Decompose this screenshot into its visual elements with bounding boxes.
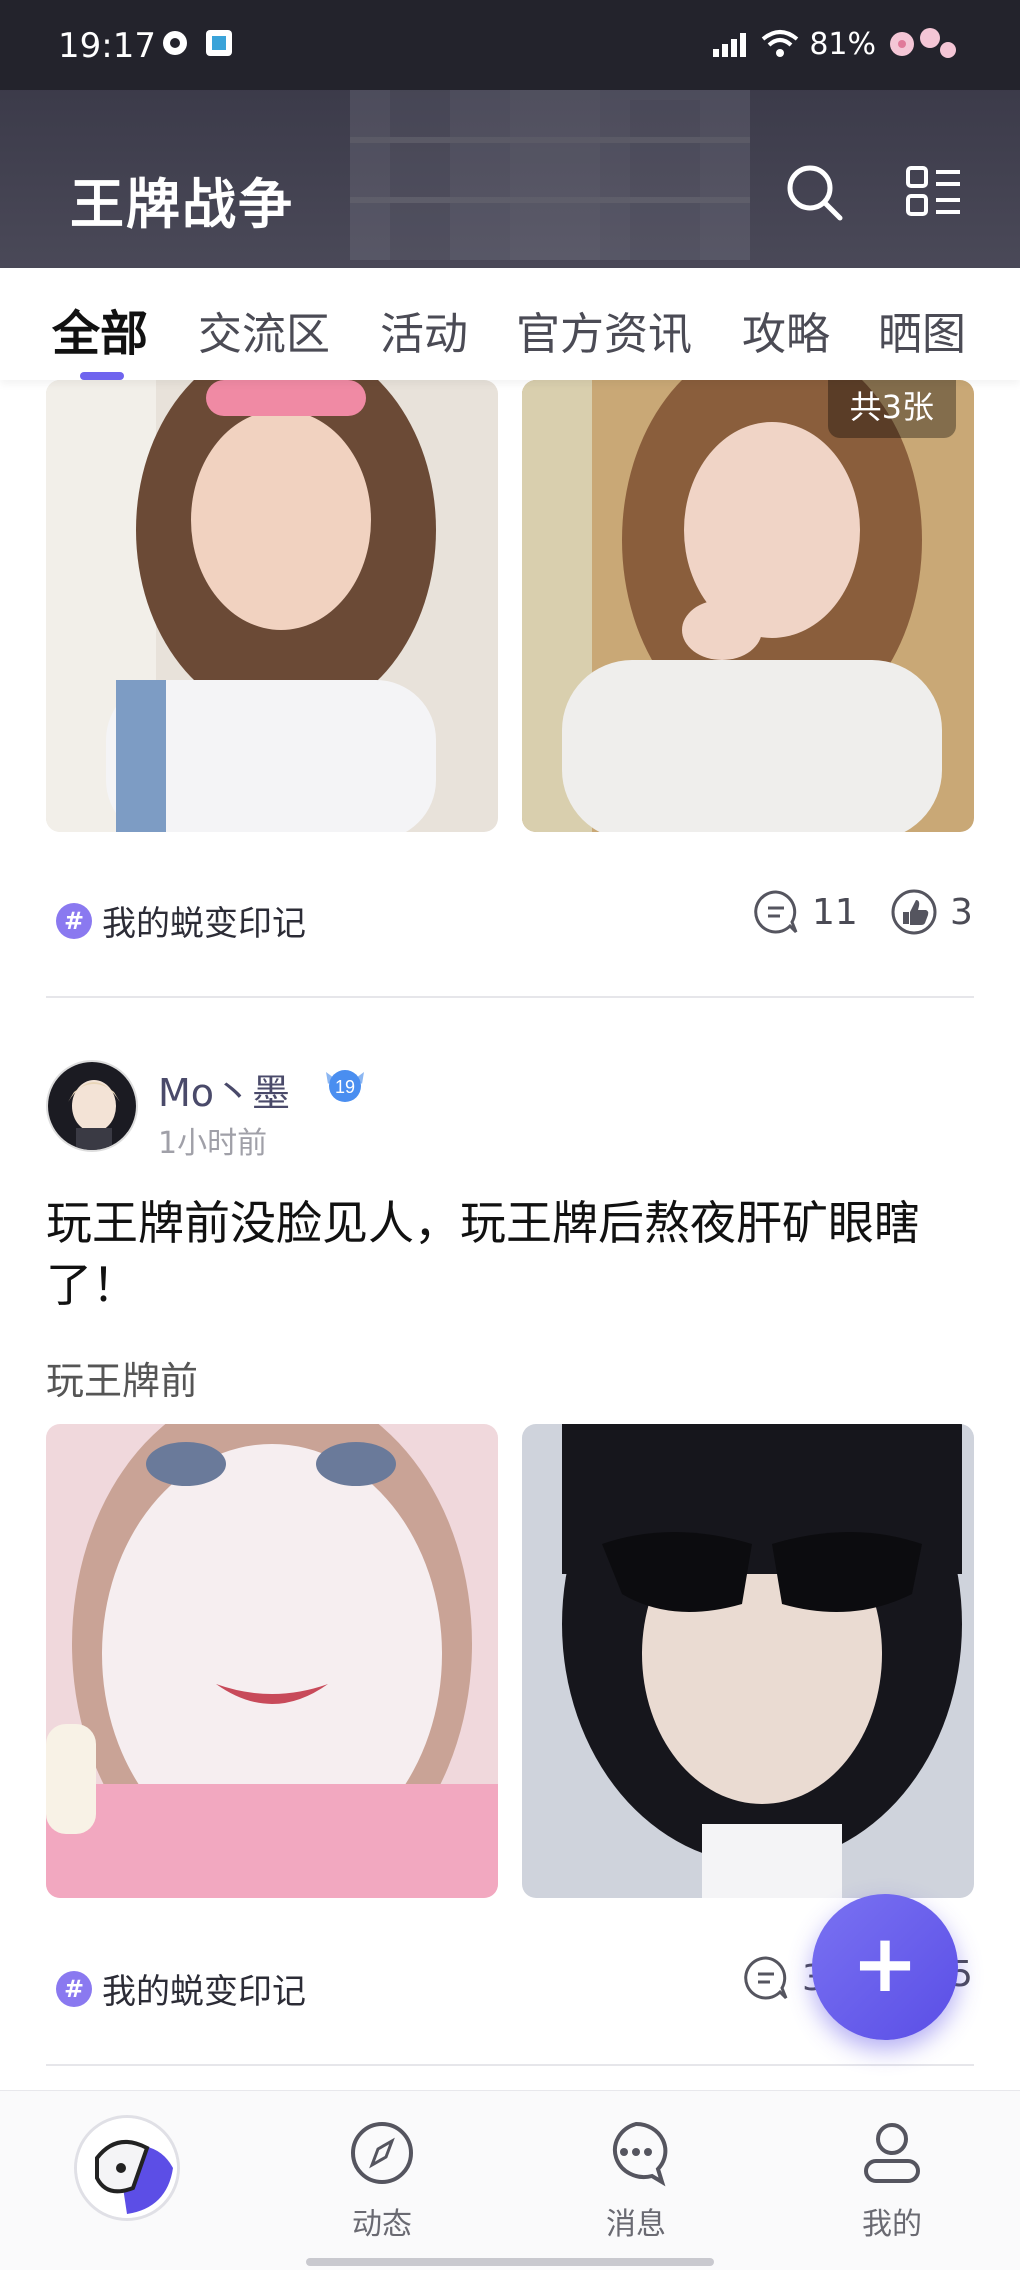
tab-events[interactable]: 活动 [380, 298, 468, 362]
game-logo-icon [77, 2118, 177, 2218]
post-title[interactable]: 玩王牌前没脸见人，玩王牌后熬夜肝矿眼瞎了！ [46, 1192, 976, 1316]
post-divider [46, 996, 974, 998]
nav-home-avatar[interactable] [74, 2115, 180, 2221]
nav-profile[interactable]: 我的 [822, 2119, 962, 2243]
thumbs-up-icon [891, 889, 937, 935]
app-header: 19:17 81% 王牌战争 [0, 0, 1020, 268]
battery-text: 81% [809, 26, 876, 62]
bottom-navigation: 动态 消息 我的 [0, 2090, 1020, 2270]
menu-grid-icon[interactable] [902, 160, 966, 224]
level-number: 19 [335, 1077, 355, 1097]
post-divider [46, 2064, 974, 2066]
signal-icon [713, 33, 747, 57]
tab-guides[interactable]: 攻略 [742, 298, 830, 362]
comment-icon [754, 890, 798, 934]
status-right: 81% [711, 24, 960, 64]
post-image[interactable] [46, 1424, 498, 1898]
post-timestamp: 1小时前 [158, 1126, 268, 1161]
post-photo-face-mask [46, 1424, 498, 1898]
nav-feed[interactable]: 动态 [312, 2119, 452, 2243]
gesture-bar[interactable] [306, 2258, 714, 2266]
tab-screenshots[interactable]: 晒图 [878, 298, 966, 362]
plus-icon: + [851, 1917, 919, 2010]
like-count[interactable]: 3 [890, 888, 973, 936]
comment-count-text: 11 [812, 891, 858, 933]
post-image[interactable]: 共3张 [522, 380, 974, 832]
comment-icon [744, 1956, 788, 2000]
compass-icon [351, 2122, 413, 2184]
topic-tag[interactable]: # 我的蜕变印记 [56, 1964, 306, 2013]
nav-profile-label: 我的 [862, 2207, 922, 2242]
avatar-image [48, 1062, 136, 1150]
comment-count[interactable]: 11 [752, 888, 858, 936]
post-excerpt[interactable]: 玩王牌前 [46, 1350, 198, 1405]
category-tabs: 全部 交流区 活动 官方资讯 攻略 晒图 [0, 268, 1020, 380]
author-name[interactable]: Mo丶墨 [158, 1062, 290, 1117]
message-icon [612, 2121, 668, 2187]
user-icon [864, 2123, 920, 2183]
nav-messages[interactable]: 消息 [566, 2119, 706, 2243]
topic-tag[interactable]: # 我的蜕变印记 [56, 896, 306, 945]
search-icon[interactable] [782, 160, 846, 224]
level-badge-icon: 19 [326, 1070, 364, 1102]
tab-active-indicator [80, 372, 124, 380]
header-background-art [350, 60, 750, 260]
post-photo-sunglasses [522, 1424, 974, 1898]
tab-official-news[interactable]: 官方资讯 [516, 298, 692, 362]
wifi-icon [762, 30, 799, 57]
nav-messages-label: 消息 [606, 2207, 666, 2242]
create-post-button[interactable]: + [812, 1894, 958, 2040]
tab-all[interactable]: 全部 [52, 294, 148, 364]
post-image[interactable] [522, 1424, 974, 1898]
topic-tag-label: 我的蜕变印记 [102, 904, 306, 944]
app-notification-icon [206, 30, 232, 56]
hashtag-icon: # [56, 1970, 92, 2007]
tab-community[interactable]: 交流区 [198, 298, 330, 362]
post-photo-selfie [46, 380, 498, 832]
nav-feed-label: 动态 [352, 2207, 412, 2242]
status-time: 19:17 [58, 26, 156, 66]
like-count-text: 3 [950, 891, 973, 933]
post-photo-selfie [522, 380, 974, 832]
topic-tag-label: 我的蜕变印记 [102, 1972, 306, 2012]
image-count-badge: 共3张 [827, 380, 956, 438]
level-badge: 19 [322, 1062, 368, 1108]
post-image[interactable] [46, 380, 498, 832]
flower-icon [890, 28, 956, 58]
page-title: 王牌战争 [70, 173, 294, 236]
status-bar: 19:17 81% [0, 0, 1020, 90]
notification-icon [163, 31, 187, 55]
avatar[interactable] [46, 1060, 138, 1152]
hashtag-icon: # [56, 902, 92, 939]
